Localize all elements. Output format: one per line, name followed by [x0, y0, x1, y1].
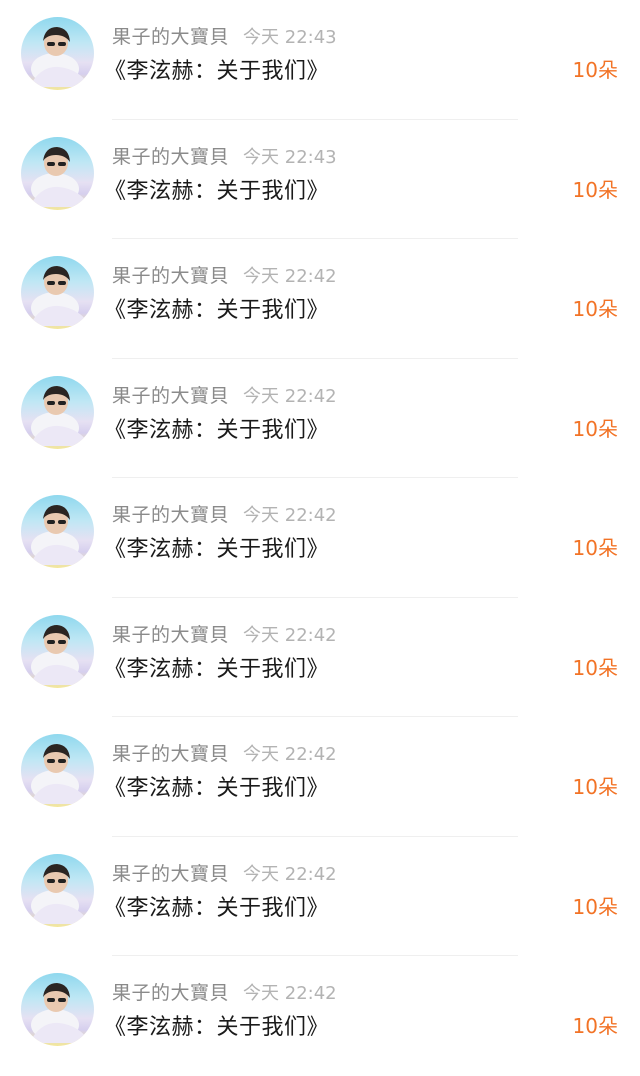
item-meta: 果子的大寶貝 今天 22:42 [112, 261, 337, 289]
item-meta: 果子的大寶貝 今天 22:42 [112, 381, 337, 409]
gift-count: 10朵 [572, 1014, 618, 1038]
list-item[interactable]: 果子的大寶貝 今天 22:42 《李泫赫：关于我们》 10朵 [0, 478, 640, 598]
gift-count: 10朵 [572, 416, 618, 441]
gift-count: 10朵 [572, 297, 618, 321]
user-avatar-photo-icon [29, 27, 91, 87]
gift-count: 10朵 [572, 177, 618, 202]
timestamp: 今天 22:42 [243, 863, 337, 885]
gift-record-list: 果子的大寶貝 今天 22:43 《李泫赫：关于我们》 10朵 果子的大寶貝 今天 2… [0, 0, 640, 1063]
avatar[interactable] [21, 495, 94, 568]
gift-count: 10朵 [572, 894, 618, 919]
avatar[interactable] [21, 256, 94, 329]
gift-count: 10朵 [572, 775, 618, 799]
timestamp: 今天 22:42 [243, 744, 337, 765]
username[interactable]: 果子的大寶貝 [112, 385, 229, 407]
list-item[interactable]: 果子的大寶貝 今天 22:42 《李泫赫：关于我们》 10朵 [0, 717, 640, 837]
item-meta: 果子的大寶貝 今天 22:43 [112, 22, 337, 50]
avatar[interactable] [21, 614, 94, 688]
username[interactable]: 果子的大寶貝 [112, 504, 229, 526]
username[interactable]: 果子的大寶貝 [112, 982, 229, 1004]
item-title: 《李泫赫：关于我们》 [104, 178, 330, 204]
username[interactable]: 果子的大寶貝 [112, 26, 229, 48]
timestamp: 今天 22:43 [243, 27, 337, 48]
list-item[interactable]: 果子的大寶貝 今天 22:43 《李泫赫：关于我们》 10朵 [0, 120, 640, 240]
gift-count: 10朵 [572, 655, 618, 680]
item-title: 《李泫赫：关于我们》 [104, 1015, 330, 1040]
timestamp: 今天 22:42 [243, 385, 337, 407]
user-avatar-photo-icon [29, 266, 91, 326]
list-item[interactable]: 果子的大寶貝 今天 22:43 《李泫赫：关于我们》 10朵 [0, 0, 640, 120]
avatar[interactable] [21, 973, 94, 1046]
user-avatar-photo-icon [29, 983, 91, 1043]
user-avatar-photo-icon [29, 505, 91, 565]
timestamp: 今天 22:42 [243, 266, 337, 287]
avatar[interactable] [21, 853, 94, 927]
item-title: 《李泫赫：关于我们》 [104, 656, 330, 682]
item-title: 《李泫赫：关于我们》 [104, 895, 330, 921]
item-title: 《李泫赫：关于我们》 [104, 776, 330, 801]
list-item[interactable]: 果子的大寶貝 今天 22:42 《李泫赫：关于我们》 10朵 [0, 598, 640, 718]
list-item[interactable]: 果子的大寶貝 今天 22:42 《李泫赫：关于我们》 10朵 [0, 239, 640, 359]
item-title: 《李泫赫：关于我们》 [104, 59, 330, 84]
timestamp: 今天 22:43 [243, 146, 337, 168]
gift-count: 10朵 [572, 58, 618, 82]
item-meta: 果子的大寶貝 今天 22:42 [112, 620, 337, 648]
item-meta: 果子的大寶貝 今天 22:42 [112, 978, 337, 1006]
timestamp: 今天 22:42 [243, 505, 337, 526]
item-title: 《李泫赫：关于我们》 [104, 537, 330, 562]
gift-count: 10朵 [572, 536, 618, 560]
username[interactable]: 果子的大寶貝 [112, 265, 229, 287]
item-meta: 果子的大寶貝 今天 22:42 [112, 739, 337, 767]
list-item[interactable]: 果子的大寶貝 今天 22:42 《李泫赫：关于我们》 10朵 [0, 359, 640, 479]
user-avatar-photo-icon [29, 863, 91, 924]
user-avatar-photo-icon [29, 146, 91, 207]
timestamp: 今天 22:42 [243, 983, 337, 1004]
item-meta: 果子的大寶貝 今天 22:42 [112, 500, 337, 528]
list-item[interactable]: 果子的大寶貝 今天 22:42 《李泫赫：关于我们》 10朵 [0, 837, 640, 957]
avatar[interactable] [21, 136, 94, 210]
username[interactable]: 果子的大寶貝 [112, 146, 229, 168]
user-avatar-photo-icon [29, 744, 91, 804]
item-meta: 果子的大寶貝 今天 22:43 [112, 142, 337, 170]
avatar[interactable] [21, 17, 94, 90]
avatar[interactable] [21, 375, 94, 449]
item-title: 《李泫赫：关于我们》 [104, 417, 330, 443]
avatar[interactable] [21, 734, 94, 807]
timestamp: 今天 22:42 [243, 624, 337, 646]
list-item[interactable]: 果子的大寶貝 今天 22:42 《李泫赫：关于我们》 10朵 [0, 956, 640, 1076]
user-avatar-photo-icon [29, 624, 91, 685]
username[interactable]: 果子的大寶貝 [112, 863, 229, 885]
item-title: 《李泫赫：关于我们》 [104, 298, 330, 323]
username[interactable]: 果子的大寶貝 [112, 624, 229, 646]
username[interactable]: 果子的大寶貝 [112, 743, 229, 765]
user-avatar-photo-icon [29, 385, 91, 446]
item-meta: 果子的大寶貝 今天 22:42 [112, 859, 337, 887]
